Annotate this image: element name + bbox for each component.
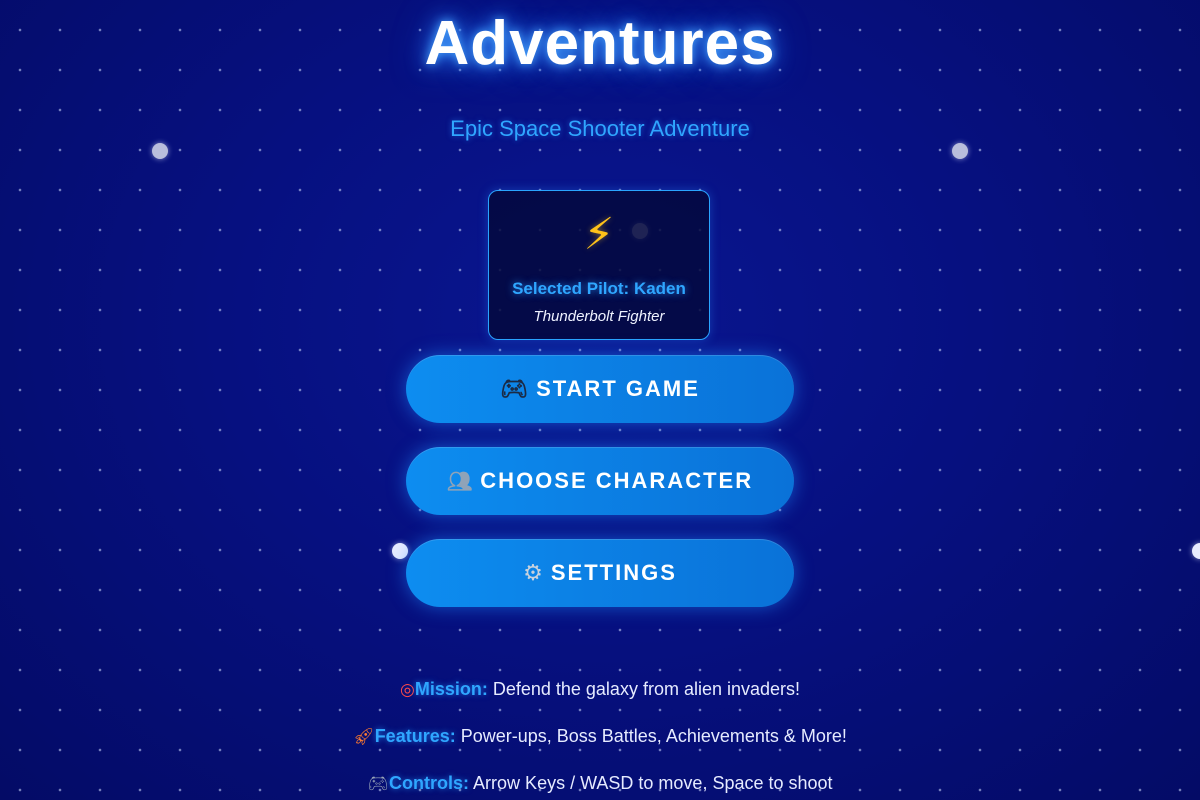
selected-pilot-name: Selected Pilot: Kaden [512, 279, 686, 298]
floating-star [1192, 543, 1200, 559]
target-icon: ◎ [399, 680, 415, 700]
mission-info: ◎Mission: Defend the galaxy from alien i… [0, 679, 1200, 700]
lightning-bolt-icon: ⚡ [583, 210, 615, 259]
mission-label: Mission: [414, 679, 488, 699]
features-info: 🚀︎Features: Power-ups, Boss Battles, Ach… [0, 726, 1200, 747]
floating-star [952, 143, 968, 159]
gear-icon: ⚙ [523, 560, 543, 586]
floating-star [152, 143, 168, 159]
controls-label: Controls: [389, 773, 470, 793]
controls-text: Arrow Keys / WASD to move, Space to shoo… [469, 773, 833, 793]
choose-character-label: CHOOSE CHARACTER [480, 468, 754, 493]
game-title: Adventures [424, 9, 776, 78]
start-game-button[interactable]: 🎮︎ START GAME [406, 355, 794, 423]
mission-text: Defend the galaxy from alien invaders! [487, 679, 801, 699]
gamepad-icon: 🎮︎ [367, 774, 390, 794]
gamepad-icon: 🎮︎ [500, 376, 529, 402]
people-icon: 👥︎ [446, 469, 473, 493]
choose-character-button[interactable]: 👥︎ CHOOSE CHARACTER [406, 447, 794, 515]
settings-button[interactable]: ⚙ SETTINGS [406, 539, 794, 607]
game-subtitle: Epic Space Shooter Adventure [450, 116, 750, 141]
settings-label: SETTINGS [550, 560, 677, 585]
features-label: Features: [374, 726, 456, 746]
controls-info: 🎮︎Controls: Arrow Keys / WASD to move, S… [0, 773, 1200, 794]
rocket-icon: 🚀︎ [353, 727, 375, 747]
selected-pilot-card: ⚡ Selected Pilot: Kaden Thunderbolt Figh… [488, 190, 710, 340]
start-game-label: START GAME [536, 376, 700, 401]
pilot-ship-name: Thunderbolt Fighter [533, 308, 665, 325]
features-text: Power-ups, Boss Battles, Achievements & … [455, 726, 847, 746]
floating-star [392, 543, 408, 559]
